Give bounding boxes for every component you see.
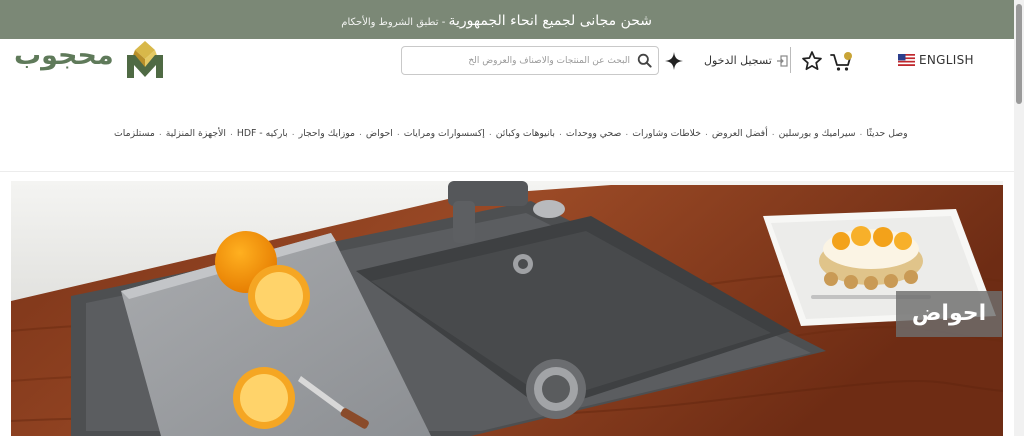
search-input[interactable] xyxy=(410,51,630,71)
nav-separator: . xyxy=(229,128,233,138)
promo-banner: شحن مجانى لجميع انحاء الجمهورية - تطبق ا… xyxy=(0,0,1014,39)
nav-separator: . xyxy=(488,128,492,138)
promo-main-text: شحن مجانى لجميع انحاء الجمهورية xyxy=(448,13,652,29)
nav-item-supplies[interactable]: مستلزمات xyxy=(114,128,155,139)
header-divider-line xyxy=(0,171,1014,172)
scrollbar-thumb[interactable] xyxy=(1016,4,1022,104)
brand-logo[interactable]: محجوب xyxy=(14,40,166,82)
promo-separator: - xyxy=(438,17,449,28)
hero-sink-image xyxy=(11,181,1003,436)
nav-item-new-arrivals[interactable]: وصل حديثًا xyxy=(866,128,907,139)
cart-icon[interactable] xyxy=(829,49,855,73)
language-label: ENGLISH xyxy=(919,53,974,67)
nav-item-appliances[interactable]: الأجهزة المنزلية xyxy=(166,128,226,139)
star-icon[interactable] xyxy=(801,50,823,72)
hero-category-label[interactable]: احواض xyxy=(896,291,1002,337)
search-box[interactable] xyxy=(401,46,659,75)
header-divider xyxy=(790,47,791,73)
nav-item-accessories[interactable]: إكسسوارات ومرايات xyxy=(404,128,485,139)
nav-separator: . xyxy=(291,128,295,138)
brand-logo-text: محجوب xyxy=(14,40,115,71)
nav-separator: . xyxy=(559,128,562,138)
us-flag-icon xyxy=(898,54,915,66)
nav-item-sanitary[interactable]: صحي ووحدات xyxy=(566,128,622,139)
nav-item-mosaic[interactable]: موزايك واحجار xyxy=(299,128,355,139)
page: شحن مجانى لجميع انحاء الجمهورية - تطبق ا… xyxy=(0,0,1024,436)
logo-mark-icon xyxy=(127,41,163,78)
sparkle-icon[interactable] xyxy=(665,52,683,70)
login-link[interactable]: تسجيل الدخول xyxy=(704,54,788,67)
promo-text: شحن مجانى لجميع انحاء الجمهورية - تطبق ا… xyxy=(341,10,652,29)
nav-item-ceramics[interactable]: سيراميك و بورسلين xyxy=(779,128,856,139)
search-icon[interactable] xyxy=(637,53,652,68)
hero-banner[interactable] xyxy=(11,181,1003,436)
nav-separator: . xyxy=(158,128,162,138)
nav-item-mixers[interactable]: خلاطات وشاورات xyxy=(632,128,701,139)
login-label: تسجيل الدخول xyxy=(704,54,772,67)
nav-item-sinks[interactable]: احواض xyxy=(366,128,393,139)
nav-item-bathtubs[interactable]: بانيوهات وكبائن xyxy=(496,128,555,139)
nav-separator: . xyxy=(859,128,863,138)
nav-separator: . xyxy=(396,128,400,138)
nav-item-best-offers[interactable]: أفضل العروض xyxy=(712,128,768,139)
main-nav: وصل حديثًا. سيراميك و بورسلين. أفضل العر… xyxy=(114,128,908,139)
nav-separator: . xyxy=(704,128,708,138)
nav-separator: . xyxy=(771,128,775,138)
nav-item-parquet[interactable]: باركيه - HDF xyxy=(237,128,288,139)
nav-separator: . xyxy=(625,128,629,138)
language-switch[interactable]: ENGLISH xyxy=(898,53,974,67)
login-icon xyxy=(776,54,788,67)
nav-separator: . xyxy=(359,128,362,138)
promo-terms-link[interactable]: تطبق الشروط والأحكام xyxy=(341,17,438,28)
